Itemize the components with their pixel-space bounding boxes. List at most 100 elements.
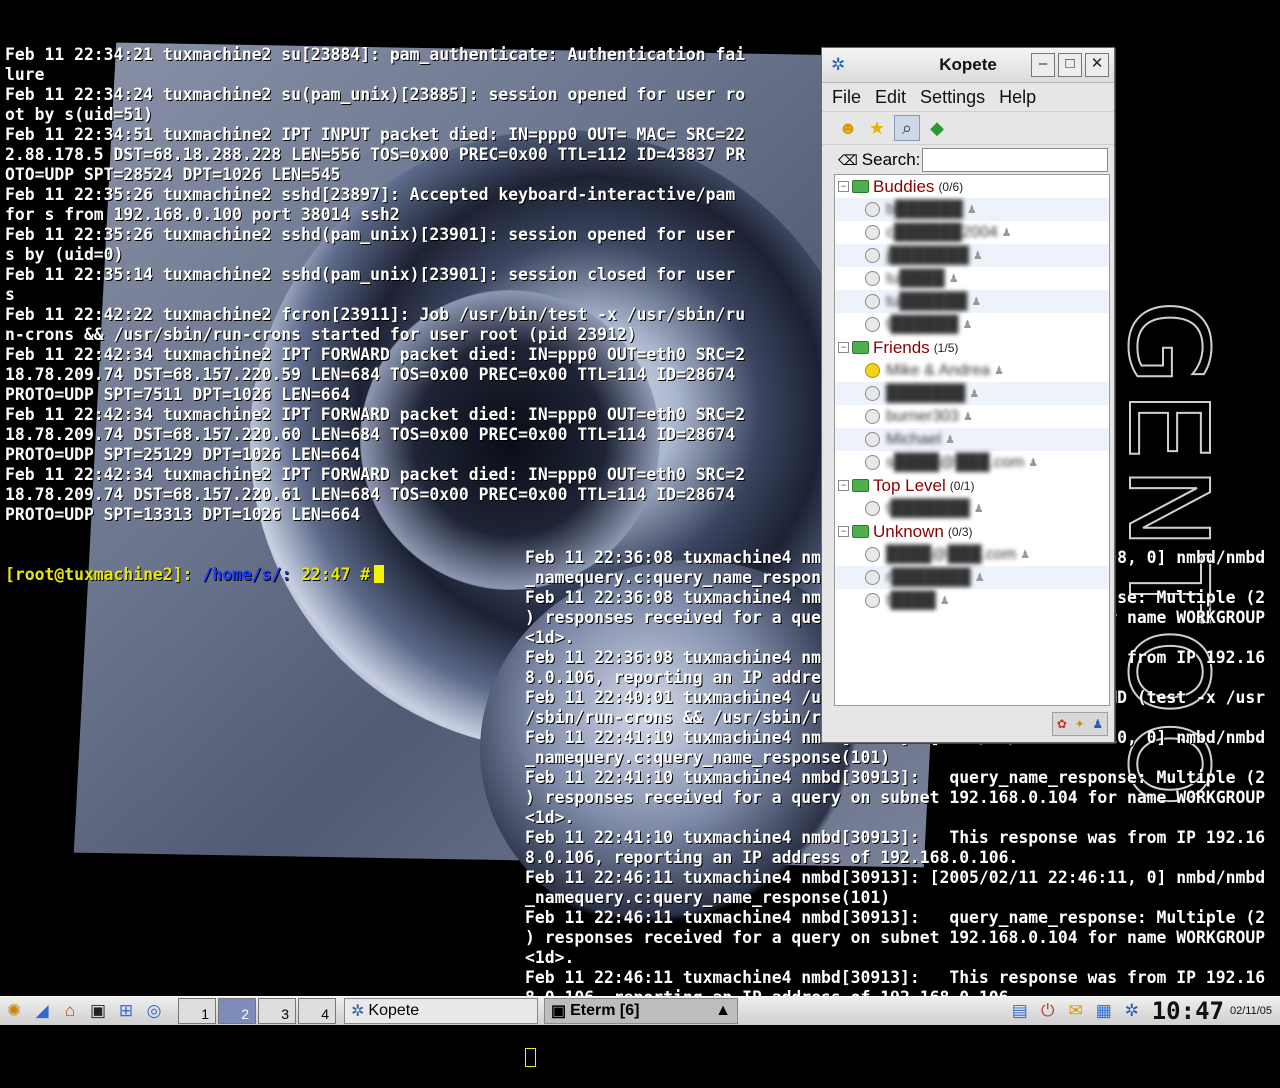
aim-status-icon[interactable]: ✦: [1075, 717, 1085, 731]
search-icon[interactable]: ⌕: [894, 115, 920, 141]
desktop-3[interactable]: 3: [258, 998, 296, 1024]
kde-menu-icon[interactable]: ✺: [3, 1000, 25, 1022]
offline-status-icon: [865, 570, 880, 585]
protocol-icon: ♟: [972, 250, 983, 262]
msn-status-icon[interactable]: ✿: [1057, 717, 1067, 731]
offline-status-icon: [865, 317, 880, 332]
add-contact-icon[interactable]: ☻: [836, 116, 860, 140]
minimize-button[interactable]: –: [1031, 53, 1055, 77]
kopete-window[interactable]: ✲ Kopete – □ ✕ File Edit Settings Help ☻…: [821, 47, 1115, 743]
terminal-icon[interactable]: ▣: [87, 1000, 109, 1022]
star-icon[interactable]: ★: [865, 116, 889, 140]
search-input[interactable]: [922, 148, 1109, 172]
collapse-toggle-icon[interactable]: −: [838, 181, 849, 192]
prompt-user: [root@tuxmachine2]:: [5, 565, 193, 584]
window-titlebar[interactable]: ✲ Kopete – □ ✕: [822, 48, 1114, 83]
offline-status-icon: [865, 409, 880, 424]
display-icon[interactable]: ▦: [1093, 1000, 1115, 1022]
system-tray: ▤ ⏻ ✉ ▦ ✲ 10:47 02/11/05: [1006, 997, 1280, 1025]
collapse-toggle-icon[interactable]: −: [838, 342, 849, 353]
eterm-task-icon: ▣: [551, 1003, 567, 1020]
contact-item[interactable]: tu██████ ♟: [835, 290, 1109, 313]
desktop-1[interactable]: 1: [178, 998, 216, 1024]
toolbar: ☻ ★ ⌕ ◆: [822, 111, 1114, 144]
terminal-line: 2.88.178.5 DST=68.18.288.228 LEN=556 TOS…: [5, 145, 746, 164]
terminal-line: 18.78.209.74 DST=68.157.220.60 LEN=684 T…: [5, 425, 736, 444]
terminal-prompt[interactable]: [525, 1048, 1265, 1068]
clear-search-icon[interactable]: ⌫: [838, 152, 858, 169]
task-arrow-icon[interactable]: ▲: [715, 1002, 731, 1020]
offline-status-icon: [865, 386, 880, 401]
contact-item[interactable]: ████@███.com ♟: [835, 543, 1109, 566]
protocol-icon: ♟: [973, 503, 984, 515]
network-icon[interactable]: ⊞: [115, 1000, 137, 1022]
group-name: Buddies: [873, 176, 935, 196]
contact-item[interactable]: Mike & Andrea ♟: [835, 359, 1109, 382]
collapse-toggle-icon[interactable]: −: [838, 526, 849, 537]
desktop-2-label: 2: [241, 1006, 249, 1022]
folder-icon: [852, 479, 869, 492]
folder-icon: [852, 180, 869, 193]
offline-status-icon: [865, 547, 880, 562]
contact-item[interactable]: t████ ♟: [835, 589, 1109, 612]
jabber-status-icon[interactable]: ♟: [1092, 717, 1103, 731]
maximize-button[interactable]: □: [1058, 53, 1082, 77]
kopete-tray-icon[interactable]: ✲: [1121, 1000, 1143, 1022]
contact-item[interactable]: ███████ ♟: [835, 382, 1109, 405]
contact-group[interactable]: − Friends (1/5): [835, 336, 1109, 359]
contact-group[interactable]: − Unknown (0/3): [835, 520, 1109, 543]
desktop-2[interactable]: 2: [218, 998, 256, 1024]
contact-item[interactable]: Michael ♟: [835, 428, 1109, 451]
terminal-line: Feb 11 22:35:26 tuxmachine2 sshd[23897]:…: [5, 185, 736, 204]
contact-list[interactable]: − Buddies (0/6) b██████ ♟ c██████2004 ♟ j██████…: [834, 174, 1110, 706]
group-name: Top Level: [873, 475, 946, 495]
terminal-line: Feb 11 22:35:14 tuxmachine2 sshd(pam_uni…: [5, 265, 736, 284]
terminal-line: Feb 11 22:42:34 tuxmachine2 IPT FORWARD …: [5, 345, 746, 364]
terminal-line: Feb 11 22:46:11 tuxmachine4 nmbd[30913]:…: [525, 908, 1266, 927]
contact-item[interactable]: tu████ ♟: [835, 267, 1109, 290]
terminal-line: _namequery.c:query_name_response(101): [525, 748, 891, 767]
contact-item[interactable]: s████@███.com ♟: [835, 451, 1109, 474]
power-icon[interactable]: ⏻: [1037, 1000, 1059, 1022]
clock[interactable]: 10:47: [1152, 997, 1224, 1025]
contact-item[interactable]: b██████ ♟: [835, 198, 1109, 221]
desktop-3-label: 3: [281, 1006, 289, 1022]
task-kopete[interactable]: ✲ Kopete: [344, 998, 538, 1024]
protocol-icon: ♟: [962, 411, 973, 423]
contact-group[interactable]: − Top Level (0/1): [835, 474, 1109, 497]
contact-name: c██████2004: [886, 223, 998, 241]
terminal-line: <1d>.: [525, 808, 575, 827]
save-icon[interactable]: ▤: [1009, 1000, 1031, 1022]
contact-item[interactable]: c██████2004 ♟: [835, 221, 1109, 244]
menu-edit[interactable]: Edit: [875, 87, 906, 108]
contact-item[interactable]: j███████ ♟: [835, 244, 1109, 267]
konqueror-icon[interactable]: ◎: [143, 1000, 165, 1022]
kmail-icon[interactable]: ✉: [1065, 1000, 1087, 1022]
terminal-line: lure: [5, 65, 45, 84]
contact-item[interactable]: burner303 ♟: [835, 405, 1109, 428]
menu-file[interactable]: File: [832, 87, 861, 108]
close-button[interactable]: ✕: [1085, 53, 1109, 77]
contact-item[interactable]: r███████ ♟: [835, 566, 1109, 589]
protocol-icon: ♟: [994, 365, 1004, 377]
protocol-icon: ♟: [939, 595, 950, 607]
tag-icon[interactable]: ◆: [925, 116, 949, 140]
contact-name: ████@███.com: [886, 545, 1017, 563]
terminal-line: _namequery.c:query_name_response(101): [525, 888, 891, 907]
contact-item[interactable]: t███████ ♟: [835, 497, 1109, 520]
contact-group[interactable]: − Buddies (0/6): [835, 175, 1109, 198]
task-eterm-label: Eterm [6]: [570, 1002, 640, 1019]
terminal-line: Feb 11 22:46:11 tuxmachine4 nmbd[30913]:…: [525, 968, 1266, 987]
task-eterm[interactable]: ▣ Eterm [6] ▲: [544, 998, 738, 1024]
desktop-4[interactable]: 4: [298, 998, 336, 1024]
search-label: Search:: [861, 150, 921, 169]
menu-settings[interactable]: Settings: [920, 87, 985, 108]
menu-help[interactable]: Help: [999, 87, 1036, 108]
contact-item[interactable]: t██████ ♟: [835, 313, 1109, 336]
home-folder-icon[interactable]: ⌂: [59, 1000, 81, 1022]
collapse-toggle-icon[interactable]: −: [838, 480, 849, 491]
contact-name: tu████: [886, 269, 945, 287]
terminal-line: 18.78.209.74 DST=68.157.220.59 LEN=684 T…: [5, 365, 736, 384]
status-bar-icons[interactable]: ✿ ✦ ♟: [1052, 712, 1108, 736]
browser-icon[interactable]: ◢: [31, 1000, 53, 1022]
